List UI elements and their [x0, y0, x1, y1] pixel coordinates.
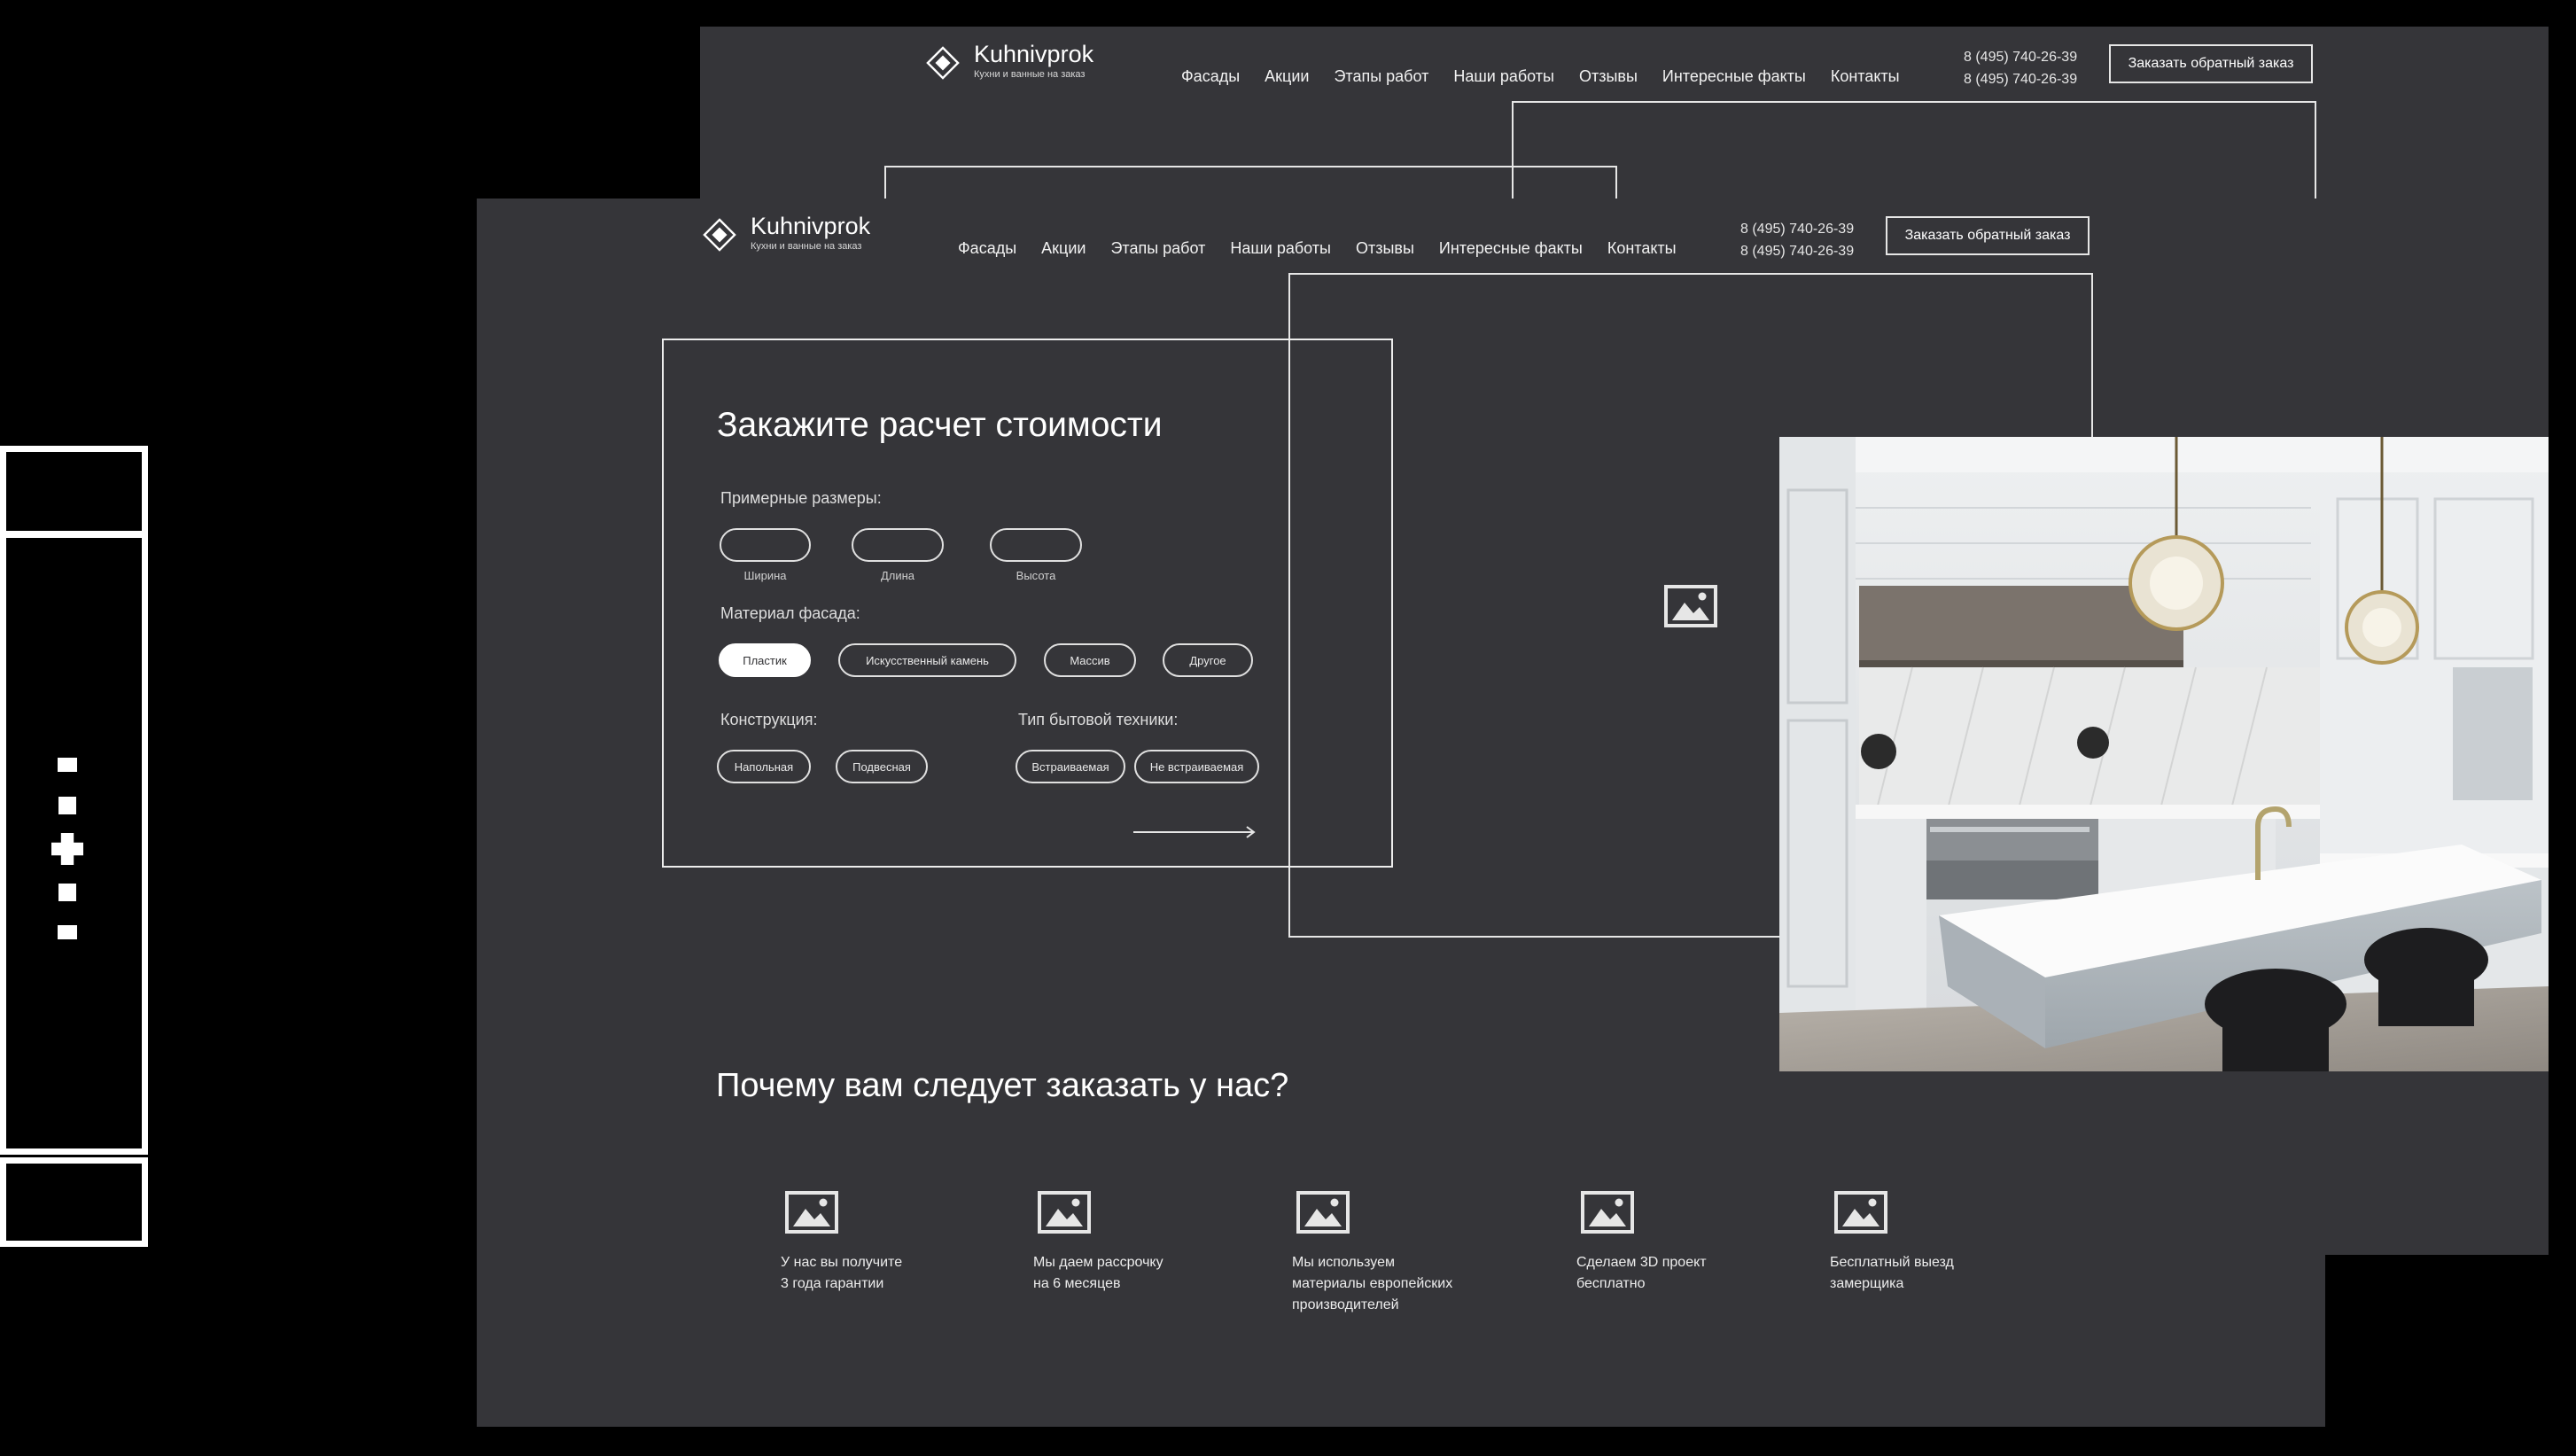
width-caption: Ширина — [743, 569, 787, 582]
image-placeholder-icon — [1664, 585, 1717, 627]
cost-calculation-form: Закажите расчет стоимости Примерные разм… — [662, 339, 1393, 868]
nav-item-stages[interactable]: Этапы работ — [1110, 239, 1205, 258]
nav-item-contacts[interactable]: Контакты — [1607, 239, 1677, 258]
material-option-artificial-stone[interactable]: Искусственный камень — [838, 643, 1016, 677]
nav-item-works[interactable]: Наши работы — [1453, 67, 1554, 86]
feature-line: Мы используем — [1292, 1255, 1395, 1270]
nav-item-reviews[interactable]: Отзывы — [1579, 67, 1638, 86]
construction-option-wall[interactable]: Подвесная — [836, 750, 928, 783]
construction-option-floor[interactable]: Напольная — [717, 750, 811, 783]
nav-item-stages[interactable]: Этапы работ — [1334, 67, 1428, 86]
phone-number[interactable]: 8 (495) 740-26-39 — [1740, 240, 1854, 262]
back-phones: 8 (495) 740-26-39 8 (495) 740-26-39 — [1964, 46, 2077, 90]
material-label: Материал фасада: — [720, 604, 860, 622]
back-logo[interactable]: Kuhnivprok Кухни и ванные на заказ — [926, 41, 1093, 81]
callback-button[interactable]: Заказать обратный заказ — [2109, 44, 2313, 83]
brand-name: Kuhnivprok — [974, 41, 1094, 67]
nav-item-works[interactable]: Наши работы — [1230, 239, 1331, 258]
feature-line: бесплатно — [1576, 1276, 1646, 1291]
feature-line: материалы европейских — [1292, 1276, 1453, 1291]
front-header: Kuhnivprok Кухни и ванные на заказ Фасад… — [477, 199, 2325, 278]
diamond-logo-icon — [926, 46, 960, 80]
feature-text: Мы используем материалы европейских прои… — [1292, 1252, 1452, 1316]
front-logo[interactable]: Kuhnivprok Кухни и ванные на заказ — [703, 213, 870, 253]
back-header: Kuhnivprok Кухни и ванные на заказ Фасад… — [700, 27, 2549, 106]
length-caption: Длина — [880, 569, 915, 582]
nav-item-facts[interactable]: Интересные факты — [1439, 239, 1583, 258]
kitchen-photo — [1779, 437, 2549, 1071]
phone-number[interactable]: 8 (495) 740-26-39 — [1964, 68, 2077, 90]
slider-dot[interactable] — [58, 884, 76, 901]
feature-line: 3 года гарантии — [781, 1276, 884, 1291]
diamond-logo-icon — [703, 218, 736, 252]
feature-installment: Мы даем рассрочку на 6 месяцев — [1033, 1191, 1163, 1295]
width-input[interactable] — [720, 528, 811, 562]
height-caption: Высота — [1016, 569, 1056, 582]
feature-line: на 6 месяцев — [1033, 1276, 1121, 1291]
image-placeholder-icon — [1296, 1191, 1350, 1234]
feature-line: производителей — [1292, 1297, 1399, 1312]
side-strip-top — [0, 446, 148, 537]
nav-item-promotions[interactable]: Акции — [1265, 67, 1309, 86]
feature-text: Сделаем 3D проект бесплатно — [1576, 1252, 1707, 1295]
image-placeholder-icon — [1834, 1191, 1887, 1234]
nav-item-reviews[interactable]: Отзывы — [1356, 239, 1414, 258]
brand-name: Kuhnivprok — [751, 213, 871, 239]
slider-dot-active[interactable] — [51, 833, 83, 865]
feature-line: Мы даем рассрочку — [1033, 1255, 1163, 1270]
slider-dot[interactable] — [58, 925, 77, 939]
feature-text: Мы даем рассрочку на 6 месяцев — [1033, 1252, 1163, 1295]
material-option-plastic[interactable]: Пластик — [719, 643, 811, 677]
feature-text: Бесплатный выезд замерщика — [1830, 1252, 1954, 1295]
front-nav: Фасады Акции Этапы работ Наши работы Отз… — [958, 239, 1677, 258]
form-title: Закажите расчет стоимости — [717, 406, 1163, 444]
appliance-option-built-in[interactable]: Встраиваемая — [1016, 750, 1125, 783]
image-placeholder-icon — [785, 1191, 838, 1234]
image-placeholder-icon — [1038, 1191, 1091, 1234]
feature-line: Бесплатный выезд — [1830, 1255, 1954, 1270]
feature-line: Сделаем 3D проект — [1576, 1255, 1707, 1270]
feature-free-measurement: Бесплатный выезд замерщика — [1830, 1191, 1954, 1295]
front-phones: 8 (495) 740-26-39 8 (495) 740-26-39 — [1740, 218, 1854, 262]
construction-label: Конструкция: — [720, 711, 818, 728]
callback-button[interactable]: Заказать обратный заказ — [1886, 216, 2090, 255]
length-input[interactable] — [852, 528, 944, 562]
sizes-label: Примерные размеры: — [720, 489, 882, 507]
phone-number[interactable]: 8 (495) 740-26-39 — [1964, 46, 2077, 68]
brand-tagline: Кухни и ванные на заказ — [974, 69, 1086, 80]
back-nav: Фасады Акции Этапы работ Наши работы Отз… — [1181, 67, 1900, 86]
nav-item-contacts[interactable]: Контакты — [1831, 67, 1900, 86]
feature-european-materials: Мы используем материалы европейских прои… — [1292, 1191, 1452, 1316]
feature-line: замерщика — [1830, 1276, 1904, 1291]
nav-item-facts[interactable]: Интересные факты — [1662, 67, 1806, 86]
phone-number[interactable]: 8 (495) 740-26-39 — [1740, 218, 1854, 240]
image-placeholder-icon — [1581, 1191, 1634, 1234]
kitchen-illustration — [1779, 437, 2549, 1071]
material-option-other[interactable]: Другое — [1163, 643, 1253, 677]
feature-3d-project: Сделаем 3D проект бесплатно — [1576, 1191, 1707, 1295]
why-section-title: Почему вам следует заказать у нас? — [716, 1067, 1289, 1104]
arrow-right-icon[interactable] — [1133, 823, 1257, 841]
nav-item-promotions[interactable]: Акции — [1041, 239, 1086, 258]
feature-line: У нас вы получите — [781, 1255, 903, 1270]
slider-dot[interactable] — [58, 758, 77, 772]
side-strip-middle — [0, 532, 148, 1155]
height-input[interactable] — [990, 528, 1082, 562]
appliance-type-label: Тип бытовой техники: — [1018, 711, 1179, 728]
side-strip-bottom — [0, 1157, 148, 1247]
slider-dot[interactable] — [58, 797, 76, 814]
feature-text: У нас вы получите 3 года гарантии — [781, 1252, 902, 1295]
material-option-solid-wood[interactable]: Массив — [1044, 643, 1136, 677]
nav-item-facades[interactable]: Фасады — [1181, 67, 1240, 86]
nav-item-facades[interactable]: Фасады — [958, 239, 1016, 258]
brand-tagline: Кухни и ванные на заказ — [751, 241, 862, 252]
feature-warranty: У нас вы получите 3 года гарантии — [781, 1191, 902, 1295]
appliance-option-freestanding[interactable]: Не встраиваемая — [1134, 750, 1259, 783]
